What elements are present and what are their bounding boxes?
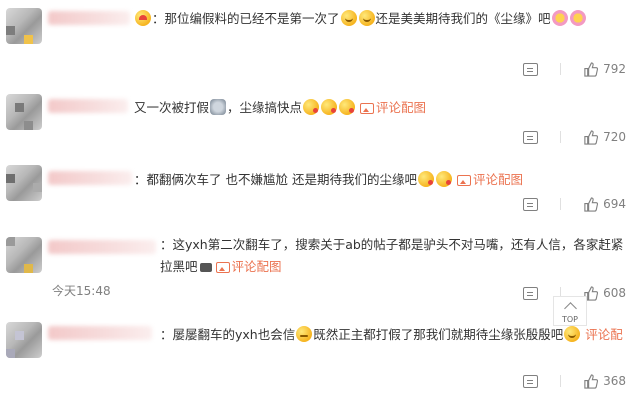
camera-icon [199, 263, 212, 272]
robot-emoji-icon [210, 99, 227, 115]
scroll-to-top-label: TOP [561, 315, 578, 324]
image-icon [360, 103, 375, 114]
comment-image-link[interactable]: 评论配图 [215, 259, 282, 274]
comment-text: ：这yxh第二次翻车了，搜索关于ab的帖子都是驴头不对马嘴，还有人信，各家赶紧拉… [160, 237, 624, 274]
comment-actions: 792 [523, 60, 626, 78]
timestamp: 今天15:48 [52, 284, 111, 298]
smile-emoji-icon [564, 326, 581, 342]
comment-text: 又一次被打假 ，尘缘搞快点 评论配图 [134, 99, 427, 115]
like-icon[interactable] [583, 196, 599, 212]
username-blurred[interactable] [48, 99, 128, 113]
username-blurred[interactable] [48, 11, 130, 25]
comment-text: ：那位编假料的已经不是第一次了 还是美美期待我们的《尘缘》吧 [134, 8, 626, 30]
comment-actions: 694 [523, 195, 626, 213]
scroll-to-top-button[interactable]: TOP [553, 296, 587, 326]
comment-text: ：都翻俩次车了 也不嫌尴尬 还是期待我们的尘缘吧 评论配图 [134, 171, 523, 187]
kiss-emoji-icon [417, 171, 434, 187]
like-count: 694 [603, 197, 626, 211]
flower-emoji-icon [551, 10, 568, 26]
comment-image-link[interactable]: 评论配图 [360, 100, 426, 115]
smile-emoji-icon [358, 10, 375, 26]
reply-icon[interactable] [523, 62, 539, 76]
username-blurred[interactable] [48, 171, 132, 185]
kiss-emoji-icon [321, 99, 338, 115]
divider [560, 198, 562, 210]
reply-icon[interactable] [523, 197, 539, 211]
chevron-up-icon [563, 302, 577, 315]
worried-emoji-icon [296, 326, 313, 342]
comment-image-link[interactable]: 评论配图 [456, 172, 523, 187]
image-icon [215, 262, 230, 273]
avatar[interactable] [6, 165, 42, 201]
heart-eyes-emoji-icon [135, 10, 151, 26]
avatar[interactable] [6, 322, 42, 358]
divider [560, 131, 562, 143]
reply-icon[interactable] [523, 374, 539, 388]
comment-text: ：屡屡翻车的yxh也会信 既然正主都打假了那我们就期待尘缘张殷殷吧 评论配 [160, 326, 623, 342]
like-icon[interactable] [583, 129, 599, 145]
like-icon[interactable] [583, 373, 599, 389]
divider [560, 63, 562, 75]
avatar[interactable] [6, 237, 42, 273]
avatar[interactable] [6, 94, 42, 130]
like-icon[interactable] [583, 61, 599, 77]
like-count: 608 [603, 286, 626, 300]
username-blurred[interactable] [48, 240, 156, 254]
avatar[interactable] [6, 8, 42, 44]
kiss-emoji-icon [339, 99, 356, 115]
username-blurred[interactable] [48, 326, 152, 340]
reply-icon[interactable] [523, 130, 539, 144]
flower-emoji-icon [569, 10, 586, 26]
divider [560, 375, 562, 387]
reply-icon[interactable] [523, 286, 539, 300]
comment-actions: 368 [523, 372, 626, 390]
smile-emoji-icon [340, 10, 357, 26]
like-count: 368 [603, 374, 626, 388]
like-count: 792 [603, 62, 626, 76]
image-icon [456, 175, 471, 186]
like-count: 720 [603, 130, 626, 144]
comment-image-link[interactable]: 评论配 [585, 327, 623, 342]
kiss-emoji-icon [435, 171, 452, 187]
kiss-emoji-icon [303, 99, 320, 115]
comment-actions: 720 [523, 128, 626, 146]
